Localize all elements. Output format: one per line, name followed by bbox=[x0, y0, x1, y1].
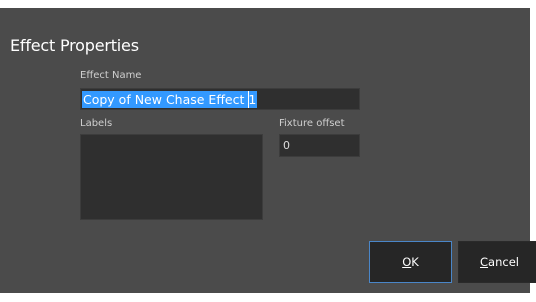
text-caret bbox=[248, 91, 249, 108]
ok-label-rest: K bbox=[411, 255, 419, 269]
labels-label: Labels bbox=[80, 118, 113, 129]
ok-button[interactable]: OK bbox=[369, 241, 452, 283]
fixture-offset-input[interactable]: 0 bbox=[279, 134, 360, 157]
cancel-label-rest: ancel bbox=[488, 255, 519, 269]
effect-name-label: Effect Name bbox=[80, 70, 142, 81]
dialog-panel: Effect Properties Effect Name Copy of Ne… bbox=[0, 8, 536, 293]
ok-mnemonic: O bbox=[402, 255, 412, 269]
effect-name-input[interactable]: Copy of New Chase Effect 1 bbox=[80, 88, 360, 110]
cancel-mnemonic: C bbox=[480, 255, 489, 269]
cancel-button[interactable]: Cancel bbox=[458, 241, 536, 283]
fixture-offset-value: 0 bbox=[283, 139, 290, 152]
dialog-title: Effect Properties bbox=[10, 36, 139, 55]
effect-properties-dialog: Effect Properties Effect Name Copy of Ne… bbox=[0, 0, 536, 302]
labels-textarea[interactable] bbox=[80, 134, 263, 220]
effect-name-selected-text: Copy of New Chase Effect 1 bbox=[82, 91, 258, 108]
fixture-offset-label: Fixture offset bbox=[279, 118, 345, 129]
